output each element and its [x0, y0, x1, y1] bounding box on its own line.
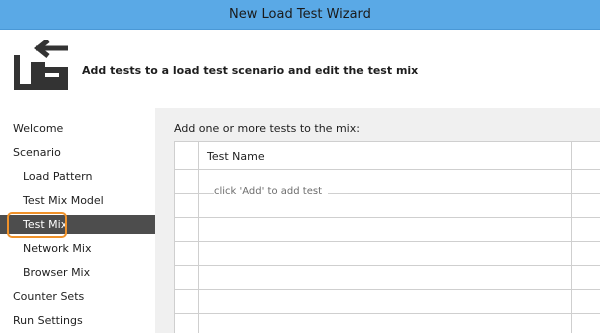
- test-mix-prompt: Add one or more tests to the mix:: [174, 122, 360, 135]
- grid-column-divider: [571, 142, 572, 333]
- nav-item-network-mix[interactable]: Network Mix: [0, 239, 155, 258]
- wizard-nav: Welcome Scenario Load Pattern Test Mix M…: [0, 108, 155, 333]
- page-heading: Add tests to a load test scenario and ed…: [82, 64, 419, 77]
- grid-row-divider: [175, 313, 600, 314]
- grid-row-divider: [175, 265, 600, 266]
- window-title: New Load Test Wizard: [229, 7, 371, 22]
- nav-item-run-settings[interactable]: Run Settings: [0, 311, 155, 330]
- main-panel: Add one or more tests to the mix: Test N…: [155, 108, 600, 333]
- grid-row-divider: [175, 289, 600, 290]
- nav-item-test-mix[interactable]: Test Mix: [0, 215, 155, 234]
- nav-item-test-mix-model[interactable]: Test Mix Model: [0, 191, 155, 210]
- grid-header-divider: [175, 169, 600, 170]
- grid-placeholder: click 'Add' to add test: [214, 186, 328, 197]
- column-header-test-name[interactable]: Test Name: [207, 150, 265, 163]
- nav-item-counter-sets[interactable]: Counter Sets: [0, 287, 155, 306]
- grid-row-divider: [175, 241, 600, 242]
- nav-item-welcome[interactable]: Welcome: [0, 119, 155, 138]
- nav-item-load-pattern[interactable]: Load Pattern: [0, 167, 155, 186]
- test-mix-grid[interactable]: Test Name click 'Add' to add test: [174, 141, 600, 333]
- nav-item-browser-mix[interactable]: Browser Mix: [0, 263, 155, 282]
- grid-row-divider: [175, 217, 600, 218]
- grid-row-header-divider: [198, 142, 199, 333]
- wizard-header: Add tests to a load test scenario and ed…: [0, 30, 600, 108]
- window-titlebar: New Load Test Wizard: [0, 0, 600, 30]
- nav-item-scenario[interactable]: Scenario: [0, 143, 155, 162]
- load-test-wizard-icon: [14, 40, 68, 90]
